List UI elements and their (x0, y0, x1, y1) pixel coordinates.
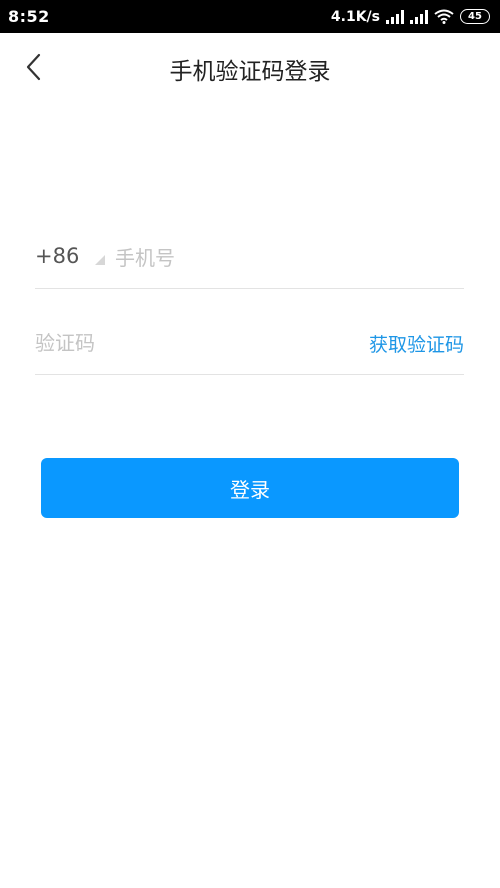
page-title: 手机验证码登录 (169, 59, 331, 85)
status-icons: 4.1K/s 45 (331, 9, 490, 25)
login-button[interactable]: 登录 (41, 458, 459, 518)
code-row: 获取验证码 (35, 320, 464, 375)
dropdown-triangle-icon (95, 255, 106, 265)
status-time: 8:52 (8, 7, 50, 26)
wifi-icon (434, 9, 454, 24)
signal-icon (410, 9, 428, 24)
phone-input[interactable] (115, 240, 455, 276)
phone-row: +86 (35, 234, 464, 289)
login-screen: 8:52 4.1K/s 45 手机验证码登录 +86 手机号 验证码 获取验证码… (0, 0, 500, 888)
get-code-button[interactable]: 获取验证码 (369, 330, 464, 357)
country-code-selector[interactable]: +86 (35, 244, 106, 268)
status-bar: 8:52 4.1K/s 45 (0, 0, 500, 33)
country-code-label: +86 (35, 244, 80, 268)
signal-icon (386, 9, 404, 24)
battery-icon: 45 (460, 9, 490, 24)
header: 手机验证码登录 (0, 33, 500, 101)
verification-code-input[interactable] (35, 325, 335, 361)
network-speed: 4.1K/s (330, 8, 380, 25)
